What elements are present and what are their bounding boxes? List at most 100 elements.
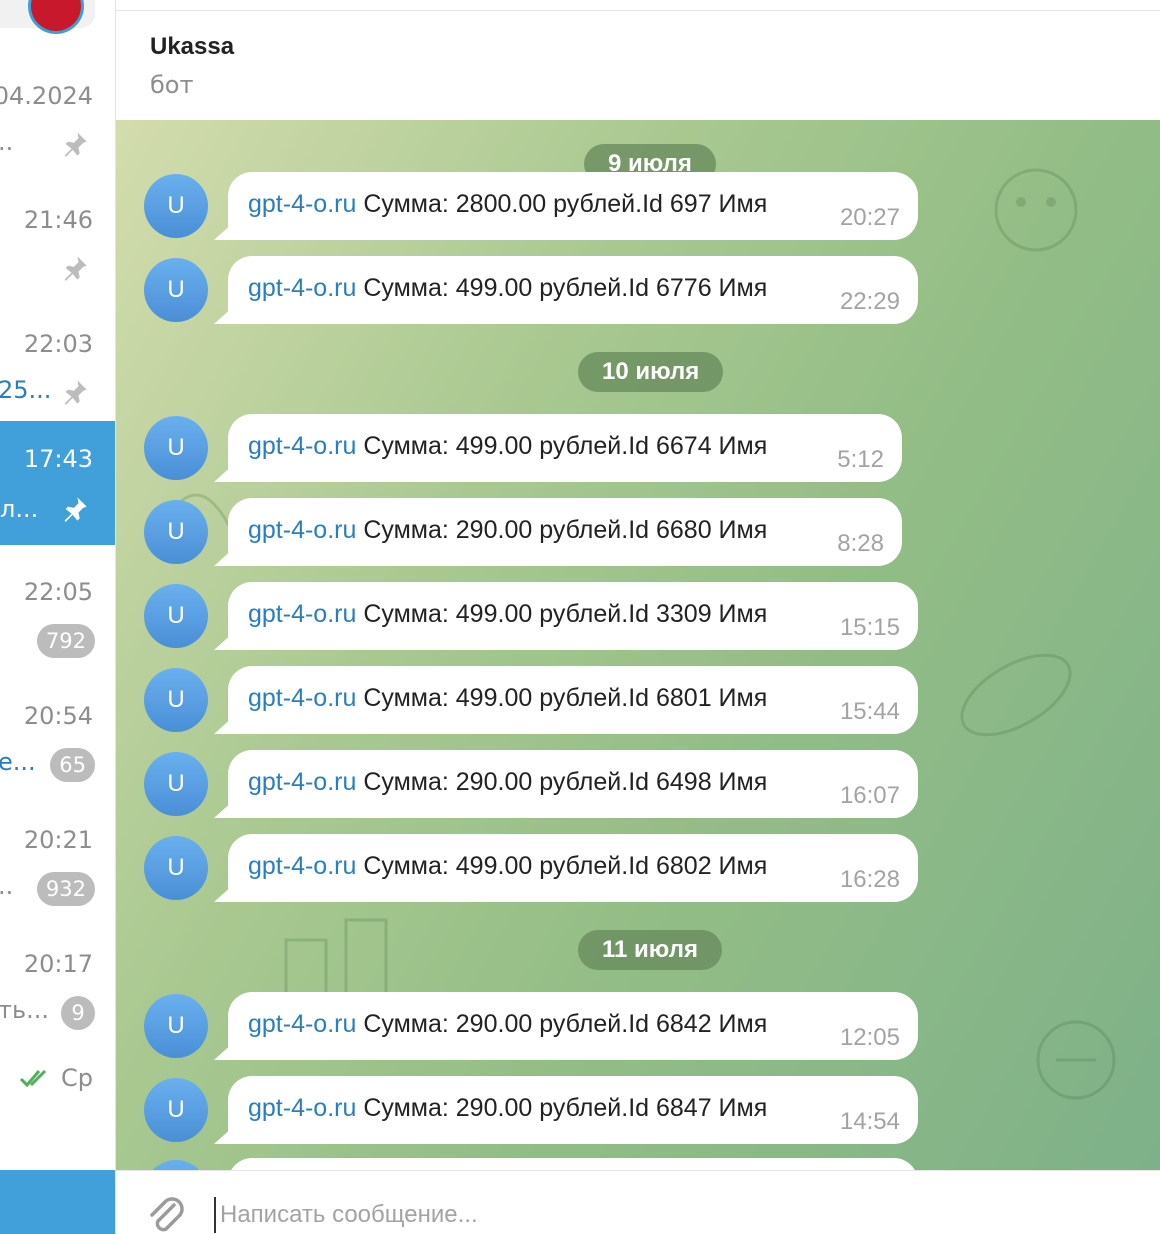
message-link[interactable]: gpt-4-o.ru [248, 768, 356, 796]
avatar[interactable]: U [144, 500, 208, 564]
message-time: 12:05 [839, 1024, 900, 1051]
doodle-pattern-icon [960, 653, 1072, 737]
chat-snippet: ть... [0, 996, 50, 1024]
chat-time: 20:17 [23, 950, 93, 978]
avatar[interactable]: U [144, 258, 208, 322]
double-check-icon [19, 1069, 47, 1088]
chat-snippet: л... [0, 495, 39, 523]
message-time: 5:12 [837, 446, 884, 473]
message-link[interactable]: gpt-4-o.ru [248, 516, 356, 544]
message-bubble[interactable]: gpt-4-o.ru Сумма: 499.00 рублей.Id 3309 … [228, 582, 918, 650]
doodle-pattern-icon [1036, 1020, 1116, 1100]
chat-snippet: .. [0, 128, 14, 156]
message-text: gpt-4-o.ru Сумма: 290.00 рублей.Id 6842 … [248, 1010, 767, 1039]
avatar[interactable]: U [144, 174, 208, 238]
message-list[interactable]: 9 июля 10 июля 11 июля U gpt-4-o.ru Сумм… [116, 120, 1160, 1170]
message-link[interactable]: gpt-4-o.ru [248, 600, 356, 628]
message-body: Сумма: 290.00 рублей.Id 6847 Имя [356, 1094, 768, 1122]
chat-time: Ср [61, 1064, 93, 1092]
message-body: Сумма: 290.00 рублей.Id 6842 Имя [356, 1010, 768, 1038]
message-time: 22:29 [839, 288, 900, 315]
message-body: Сумма: 499.00 рублей.Id 6776 Имя [356, 274, 768, 302]
avatar[interactable]: U [144, 668, 208, 732]
message-text: gpt-4-o.ru Сумма: 499.00 рублей.Id 3309 … [248, 600, 767, 629]
unread-badge: 9 [61, 996, 95, 1030]
avatar[interactable]: U [144, 584, 208, 648]
message-time: 20:27 [839, 204, 900, 231]
sidebar-bottom-bar[interactable] [0, 1170, 115, 1234]
message-time: 14:54 [839, 1108, 900, 1135]
message-text: gpt-4-o.ru Сумма: 290.00 рублей.Id 6498 … [248, 768, 767, 797]
chat-time: 20:21 [23, 826, 93, 854]
message-bubble[interactable]: gpt-4-o.ru Сумма: 290.00 рублей.Id 6842 … [228, 992, 918, 1060]
page-title: Ukassa [150, 33, 235, 60]
unread-badge: 932 [36, 872, 95, 906]
avatar[interactable]: U [144, 752, 208, 816]
chat-time: 04.2024 [0, 82, 93, 110]
message-bubble[interactable]: gpt-4-o.ru Сумма: 290.00 рублей.Id 6680 … [228, 498, 902, 566]
message-text: gpt-4-o.ru Сумма: 499.00 рублей.Id 6674 … [248, 432, 767, 461]
message-bubble[interactable]: gpt-4-o.ru Сумма: 290.00 рублей.Id 6498 … [228, 750, 918, 818]
message-bubble[interactable]: gpt-4-o.ru Сумма: 2800.00 рублей.Id 697 … [228, 172, 918, 240]
chat-list-sidebar: 04.2024 .. 21:46 22:03 25... 17:43 л... … [0, 0, 115, 1234]
message-body: Сумма: 2800.00 рублей.Id 697 Имя [356, 190, 768, 218]
unread-badge: 792 [36, 624, 95, 658]
chat-list-item[interactable]: 22:03 25... [0, 312, 115, 436]
message-body: Сумма: 290.00 рублей.Id 6498 Имя [356, 768, 768, 796]
avatar[interactable] [144, 1160, 208, 1170]
message-text: gpt-4-o.ru Сумма: 2800.00 рублей.Id 697 … [248, 190, 767, 219]
message-body: Сумма: 290.00 рублей.Id 6680 Имя [356, 516, 768, 544]
chat-list-item[interactable]: 21:46 [0, 188, 115, 312]
message-body: Сумма: 499.00 рублей.Id 6801 Имя [356, 684, 768, 712]
paperclip-icon[interactable] [144, 1191, 186, 1234]
message-time: 8:28 [837, 530, 884, 557]
chat-list-item[interactable]: 22:05 792 [0, 560, 115, 684]
chat-header[interactable]: Ukassa бот [116, 10, 1160, 120]
message-link[interactable]: gpt-4-o.ru [248, 684, 356, 712]
chat-list-item[interactable]: 04.2024 .. [0, 64, 115, 188]
message-composer [116, 1170, 1160, 1234]
message-link[interactable]: gpt-4-o.ru [248, 1094, 356, 1122]
message-body: Сумма: 499.00 рублей.Id 3309 Имя [356, 600, 768, 628]
avatar[interactable]: U [144, 994, 208, 1058]
avatar[interactable] [28, 0, 84, 34]
message-time: 16:07 [839, 782, 900, 809]
pin-icon [64, 132, 87, 157]
message-text: gpt-4-o.ru Сумма: 290.00 рублей.Id 6847 … [248, 1094, 767, 1123]
avatar[interactable]: U [144, 836, 208, 900]
chat-snippet: .. [0, 872, 14, 900]
message-bubble[interactable]: gpt-4-o.ru Сумма: 290.00 рублей.Id 6847 … [228, 1076, 918, 1144]
chat-time: 21:46 [23, 206, 93, 234]
pin-icon [64, 380, 87, 405]
message-bubble[interactable]: gpt-4-o.ru Сумма: 499.00 рублей.Id 6801 … [228, 666, 918, 734]
message-bubble[interactable]: gpt-4-o.ru Сумма: 499.00 рублей.Id 6802 … [228, 834, 918, 902]
chat-time: 20:54 [23, 702, 93, 730]
chat-time: 22:03 [23, 330, 93, 358]
message-bubble-partial[interactable] [228, 1158, 918, 1170]
message-time: 16:28 [839, 866, 900, 893]
avatar[interactable]: U [144, 416, 208, 480]
message-link[interactable]: gpt-4-o.ru [248, 274, 356, 302]
chat-list-item[interactable]: 20:21 .. 932 [0, 808, 115, 932]
message-time: 15:15 [839, 614, 900, 641]
date-separator: 11 июля [578, 930, 722, 970]
message-link[interactable]: gpt-4-o.ru [248, 852, 356, 880]
message-bubble[interactable]: gpt-4-o.ru Сумма: 499.00 рублей.Id 6674 … [228, 414, 902, 482]
chat-snippet: 25... [0, 376, 52, 404]
message-link[interactable]: gpt-4-o.ru [248, 1010, 356, 1038]
chat-list-item[interactable]: 20:54 е... 65 [0, 684, 115, 808]
chat-list-item-read[interactable]: Ср [19, 1064, 93, 1092]
message-input[interactable] [214, 1197, 1114, 1233]
message-link[interactable]: gpt-4-o.ru [248, 190, 356, 218]
pin-icon [64, 497, 87, 522]
unread-badge: 65 [50, 748, 95, 782]
chat-list-item[interactable]: 20:17 ть... 9 [0, 932, 115, 1056]
message-bubble[interactable]: gpt-4-o.ru Сумма: 499.00 рублей.Id 6776 … [228, 256, 918, 324]
chat-list-item-active[interactable]: 17:43 л... [0, 421, 115, 545]
message-body: Сумма: 499.00 рублей.Id 6802 Имя [356, 852, 768, 880]
message-text: gpt-4-o.ru Сумма: 499.00 рублей.Id 6801 … [248, 684, 767, 713]
message-body: Сумма: 499.00 рублей.Id 6674 Имя [356, 432, 768, 460]
chat-status: бот [150, 71, 194, 99]
message-link[interactable]: gpt-4-o.ru [248, 432, 356, 460]
avatar[interactable]: U [144, 1078, 208, 1142]
